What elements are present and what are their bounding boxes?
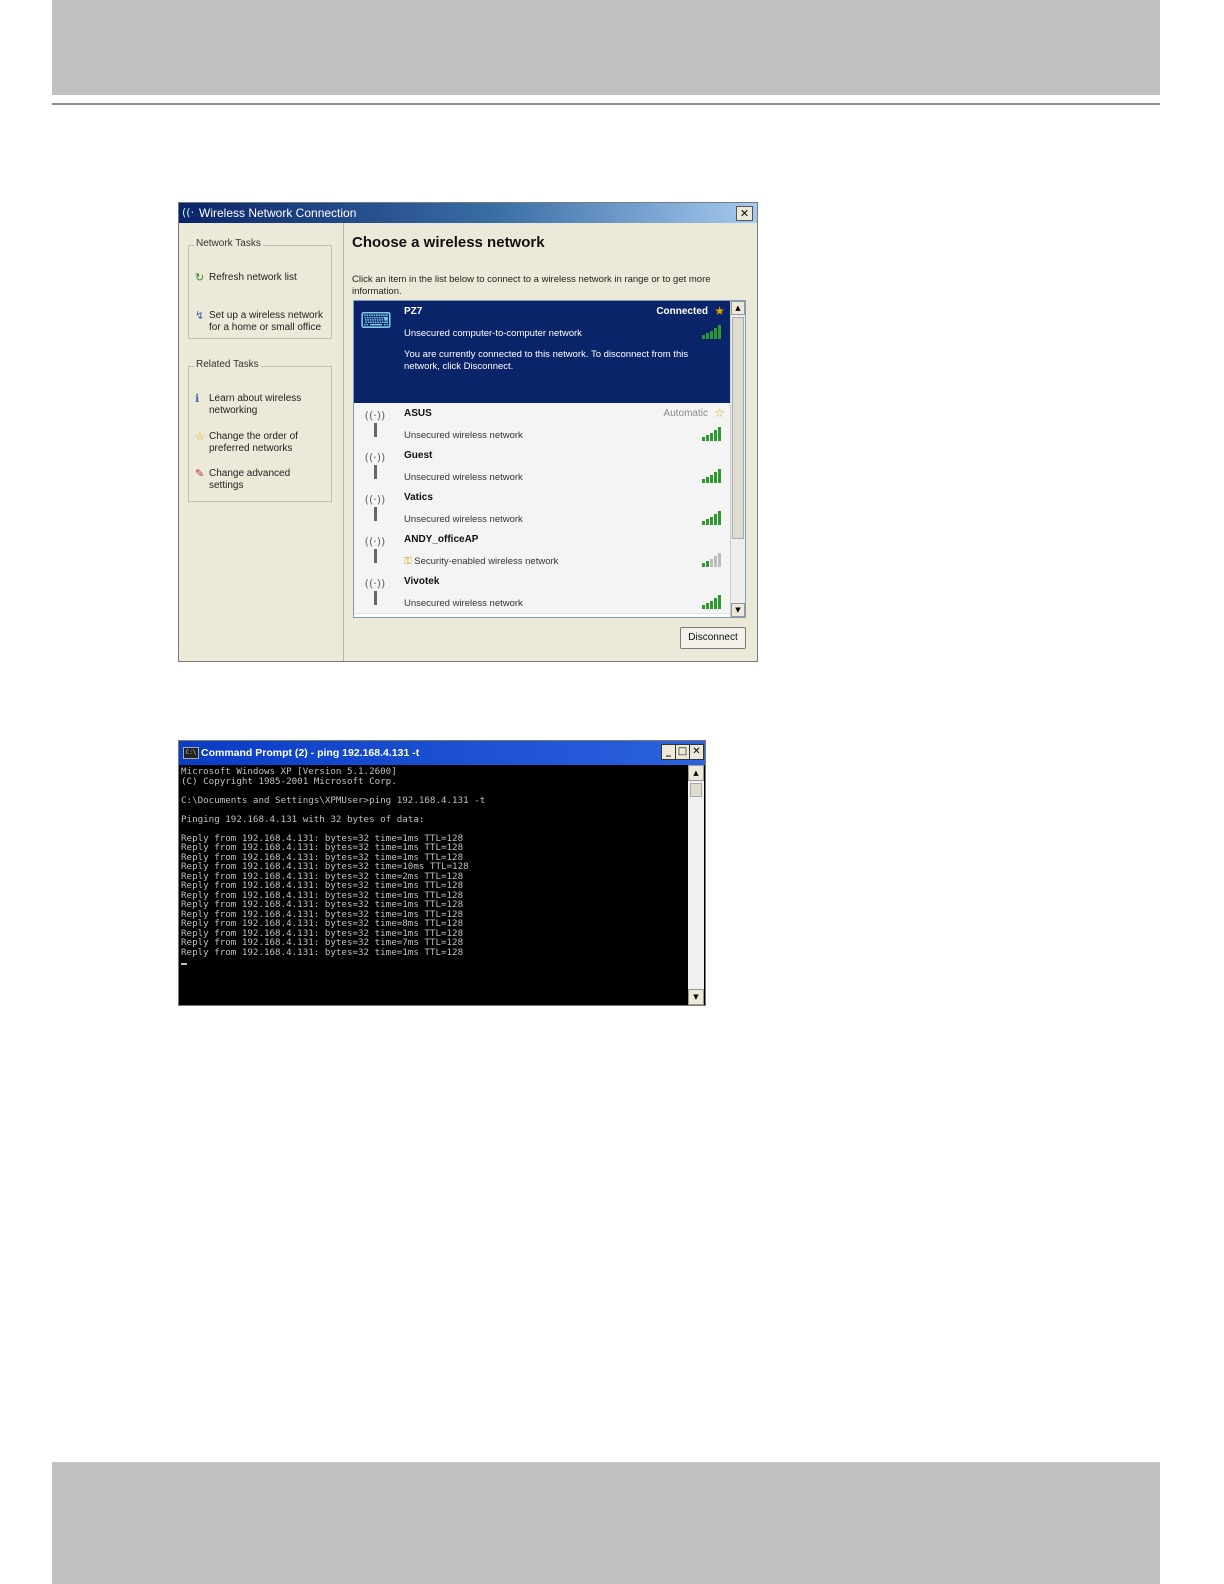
info-icon: ℹ [195, 392, 200, 405]
network-name: ANDY_officeAP [404, 534, 479, 545]
scroll-down-arrow-icon[interactable]: ▼ [688, 989, 704, 1005]
wireless-window-title: Wireless Network Connection [199, 206, 357, 220]
signal-strength-icon [702, 595, 724, 609]
close-button[interactable]: ✕ [689, 744, 704, 760]
network-type: Unsecured wireless network [404, 430, 523, 441]
network-item-pz7[interactable]: ⌨ PZ7 Connected ★ Unsecured computer-to-… [354, 301, 730, 404]
console-scrollbar[interactable]: ▲ ▼ [688, 765, 704, 1005]
scroll-down-arrow-icon[interactable]: ▼ [731, 603, 745, 617]
related-tasks-title: Related Tasks [194, 359, 261, 370]
network-item-vivotek[interactable]: ((·)) Vivotek Unsecured wireless network [354, 571, 730, 614]
network-item-asus[interactable]: ((·)) ASUS Automatic ☆ Unsecured wireles… [354, 403, 730, 446]
close-button[interactable]: ✕ [736, 206, 753, 221]
antenna-icon: ((·)) [360, 409, 390, 439]
task-pane: Network Tasks ↻ Refresh network list ↯ Set… [179, 223, 344, 661]
task-label: Learn about wireless networking [209, 393, 302, 416]
instructions-text: Click an item in the list below to conne… [352, 274, 711, 297]
related-tasks-box: Related Tasks ℹ Learn about wireless netw… [188, 359, 332, 502]
setup-network-icon: ↯ [195, 309, 205, 322]
console-output[interactable]: Microsoft Windows XP [Version 5.1.2600](… [181, 767, 686, 1003]
wireless-network-window: ((· Wireless Network Connection ✕ Networ… [178, 202, 758, 662]
network-list[interactable]: ⌨ PZ7 Connected ★ Unsecured computer-to-… [353, 300, 746, 618]
connection-message: You are currently connected to this netw… [404, 349, 689, 372]
task-label: Set up a wireless network for a home or … [209, 310, 323, 333]
scrollbar-thumb[interactable] [690, 783, 702, 797]
network-type: Unsecured wireless network [404, 598, 523, 609]
task-label: Change advanced settings [209, 468, 291, 491]
page-footer-band [52, 1462, 1160, 1584]
antenna-icon: ((·)) [360, 535, 390, 565]
command-prompt-window: C:\ Command Prompt (2) - ping 192.168.4.… [178, 740, 706, 1006]
console-line: Pinging 192.168.4.131 with 32 bytes of d… [181, 813, 425, 825]
network-tasks-box: Network Tasks ↻ Refresh network list ↯ Set… [188, 238, 332, 339]
scroll-up-arrow-icon[interactable]: ▲ [731, 301, 745, 315]
command-prompt-titlebar[interactable]: C:\ Command Prompt (2) - ping 192.168.4.… [179, 741, 705, 765]
network-name: Vivotek [404, 576, 440, 587]
minimize-button[interactable]: _ [661, 744, 676, 760]
scroll-up-arrow-icon[interactable]: ▲ [688, 765, 704, 781]
star-icon: ☆ [195, 430, 205, 443]
task-label: Refresh network list [209, 272, 297, 283]
page-title: Choose a wireless network [352, 234, 545, 251]
connection-status: Automatic [663, 408, 708, 419]
console-line: (C) Copyright 1985-2001 Microsoft Corp. [181, 775, 397, 787]
task-label: Change the order of preferred networks [209, 431, 298, 454]
task-change-order-networks[interactable]: ☆ Change the order of preferred networks [195, 431, 329, 455]
console-line: C:\Documents and Settings\XPMUser>ping 1… [181, 794, 486, 806]
header-divider [52, 103, 1160, 105]
antenna-icon: ((·)) [360, 577, 390, 607]
network-name: ASUS [404, 408, 432, 419]
network-name: Guest [404, 450, 433, 461]
command-prompt-title: Command Prompt (2) - ping 192.168.4.131 … [201, 747, 420, 759]
network-name: PZ7 [404, 306, 423, 317]
network-item-andy-officeap[interactable]: ((·)) ANDY_officeAP ⚿ Security-enabled w… [354, 529, 730, 572]
signal-strength-icon [702, 427, 724, 441]
task-learn-wireless[interactable]: ℹ Learn about wireless networking [195, 393, 329, 417]
connection-status: Connected [656, 306, 708, 317]
network-item-vatics[interactable]: ((·)) Vatics Unsecured wireless network [354, 487, 730, 530]
network-list-scrollbar[interactable]: ▲ ▼ [730, 301, 745, 617]
antenna-icon: ((·)) [360, 451, 390, 481]
text-cursor [181, 963, 187, 965]
signal-strength-icon [702, 469, 724, 483]
network-tasks-title: Network Tasks [194, 238, 263, 249]
task-setup-wireless-network[interactable]: ↯ Set up a wireless network for a home or… [195, 310, 329, 334]
network-type-label: Security-enabled wireless network [414, 556, 559, 567]
network-type: Unsecured computer-to-computer network [404, 328, 582, 339]
disconnect-button[interactable]: Disconnect [680, 627, 746, 649]
signal-strength-icon [702, 511, 724, 525]
refresh-icon: ↻ [195, 271, 205, 284]
network-item-guest[interactable]: ((·)) Guest Unsecured wireless network [354, 445, 730, 488]
network-name: Vatics [404, 492, 433, 503]
network-type: ⚿ Security-enabled wireless network [404, 556, 558, 567]
console-icon: C:\ [183, 747, 199, 759]
wireless-network-icon: ((· [182, 206, 195, 219]
console-line: Reply from 192.168.4.131: bytes=32 time=… [181, 946, 464, 958]
star-icon: ★ [714, 304, 725, 318]
network-chooser: Choose a wireless network Click an item … [344, 223, 757, 661]
signal-strength-icon [702, 553, 724, 567]
task-refresh-network-list[interactable]: ↻ Refresh network list [195, 272, 329, 284]
page-header-band [52, 0, 1160, 95]
lock-icon: ⚿ [404, 556, 412, 567]
network-type: Unsecured wireless network [404, 514, 523, 525]
antenna-icon: ((·)) [360, 493, 390, 523]
star-icon: ☆ [714, 406, 725, 420]
wireless-window-titlebar[interactable]: ((· Wireless Network Connection ✕ [179, 203, 757, 223]
scrollbar-thumb[interactable] [732, 317, 744, 539]
ad-hoc-network-icon: ⌨ [360, 309, 392, 334]
network-type: Unsecured wireless network [404, 472, 523, 483]
signal-strength-icon [702, 325, 724, 339]
settings-icon: ✎ [195, 467, 205, 480]
task-change-advanced-settings[interactable]: ✎ Change advanced settings [195, 468, 329, 492]
maximize-button[interactable]: □ [675, 744, 690, 760]
